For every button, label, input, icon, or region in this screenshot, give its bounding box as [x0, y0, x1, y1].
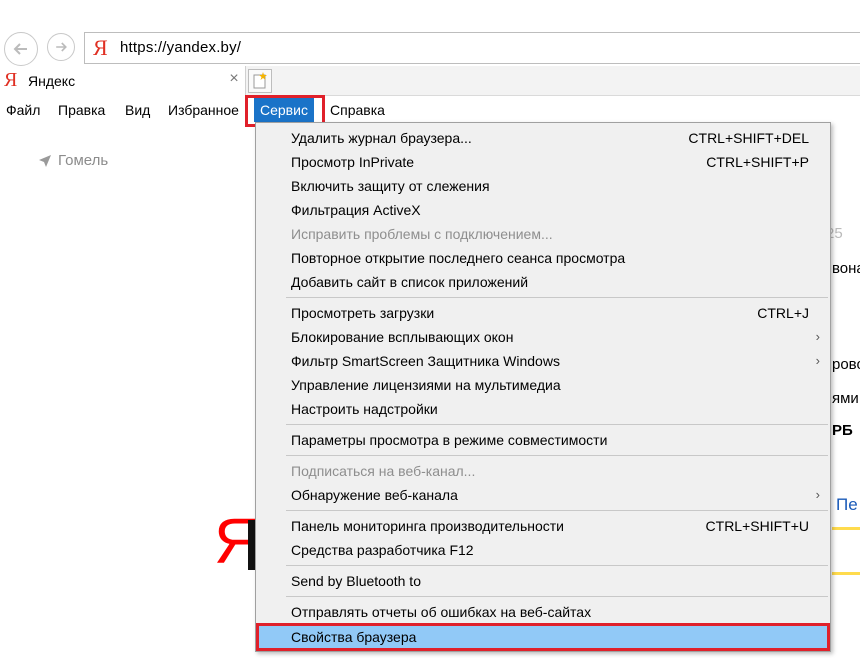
menu-separator	[286, 455, 828, 456]
menu-item-add-site-apps[interactable]: Добавить сайт в список приложений	[256, 270, 830, 294]
menu-item-activex-filtering[interactable]: Фильтрация ActiveX	[256, 198, 830, 222]
close-tab-icon[interactable]: ×	[225, 70, 243, 88]
page-text-fragment: рово	[832, 356, 860, 373]
menu-view[interactable]: Вид	[123, 100, 152, 120]
tab-title: Яндекс	[28, 73, 76, 89]
shortcut-label: CTRL+J	[757, 305, 809, 321]
navigation-bar: Я https://yandex.by/	[0, 28, 860, 66]
page-text-fragment: вона	[832, 260, 860, 277]
menu-item-popup-blocker[interactable]: Блокирование всплывающих окон ›	[256, 325, 830, 349]
menu-item-inprivate[interactable]: Просмотр InPrivate CTRL+SHIFT+P	[256, 150, 830, 174]
menu-item-fix-connection: Исправить проблемы с подключением...	[291, 226, 553, 242]
shortcut-label: CTRL+SHIFT+U	[705, 518, 809, 534]
menu-item-manage-addons[interactable]: Настроить надстройки	[256, 397, 830, 421]
page-divider	[832, 527, 860, 530]
arrow-left-icon	[13, 43, 27, 55]
tab-yandex[interactable]: Я Яндекс ×	[0, 66, 246, 96]
tab-favicon-icon: Я	[4, 69, 18, 91]
menu-item-feed-discovery[interactable]: Обнаружение веб-канала ›	[256, 483, 830, 507]
menu-item-tracking-protection[interactable]: Включить защиту от слежения	[256, 174, 830, 198]
menu-item-media-licenses[interactable]: Управление лицензиями на мультимедиа	[256, 373, 830, 397]
forward-button[interactable]	[47, 33, 75, 61]
menu-separator	[286, 424, 828, 425]
menu-bar: Файл Правка Вид Избранное Сервис Справка	[0, 96, 860, 123]
menu-item-view-downloads[interactable]: Просмотреть загрузки CTRL+J	[256, 301, 830, 325]
site-favicon-icon: Я	[93, 35, 108, 60]
chevron-right-icon: ›	[815, 329, 820, 344]
menu-separator	[286, 510, 828, 511]
menu-item-compatibility-view[interactable]: Параметры просмотра в режиме совместимос…	[256, 428, 830, 452]
properties-highlight-frame	[256, 623, 830, 651]
address-input[interactable]: Я https://yandex.by/	[84, 32, 860, 64]
menu-edit[interactable]: Правка	[56, 100, 107, 120]
address-url: https://yandex.by/	[120, 39, 242, 56]
menu-item-reopen-session[interactable]: Повторное открытие последнего сеанса про…	[256, 246, 830, 270]
page-link-fragment[interactable]: Пе	[836, 495, 858, 515]
page-divider	[832, 572, 860, 575]
menu-separator	[286, 565, 828, 566]
menu-separator	[286, 596, 828, 597]
tools-dropdown-menu: Удалить журнал браузера... CTRL+SHIFT+DE…	[255, 122, 831, 652]
menu-help[interactable]: Справка	[328, 100, 387, 120]
new-tab-button[interactable]	[248, 69, 272, 93]
tab-strip: Я Яндекс ×	[0, 66, 860, 96]
menu-item-performance-dashboard[interactable]: Панель мониторинга производительности CT…	[256, 514, 830, 538]
menu-item-delete-history[interactable]: Удалить журнал браузера... CTRL+SHIFT+DE…	[256, 126, 830, 150]
location-arrow-icon	[39, 154, 51, 167]
menu-file[interactable]: Файл	[4, 100, 42, 120]
menu-item-subscribe-feed: Подписаться на веб-канал...	[291, 463, 476, 479]
location-name: Гомель	[58, 152, 109, 169]
menu-item-f12-tools[interactable]: Средства разработчика F12	[256, 538, 830, 562]
menu-item-send-bluetooth[interactable]: Send by Bluetooth to	[256, 569, 830, 593]
arrow-right-icon	[56, 42, 67, 52]
menu-favorites[interactable]: Избранное	[166, 100, 248, 120]
shortcut-label: CTRL+SHIFT+DEL	[688, 130, 809, 146]
menu-item-smartscreen[interactable]: Фильтр SmartScreen Защитника Windows ›	[256, 349, 830, 373]
shortcut-label: CTRL+SHIFT+P	[706, 154, 809, 170]
location-link[interactable]: Гомель	[38, 152, 108, 169]
chevron-right-icon: ›	[815, 487, 820, 502]
menu-separator	[286, 297, 828, 298]
new-tab-icon	[253, 72, 267, 89]
back-button[interactable]	[4, 32, 38, 66]
menu-item-report-errors[interactable]: Отправлять отчеты об ошибках на веб-сайт…	[256, 600, 830, 624]
page-text-fragment: ями	[832, 390, 859, 407]
page-text-fragment: РБ	[832, 422, 853, 439]
chevron-right-icon: ›	[815, 353, 820, 368]
